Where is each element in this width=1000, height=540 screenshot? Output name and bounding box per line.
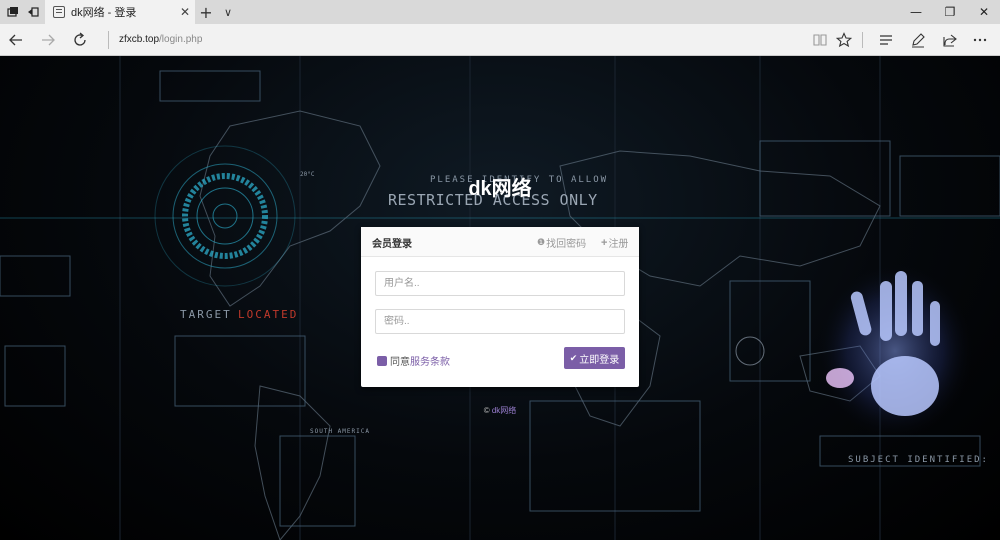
browser-toolbar: zfxcb.top/login.php — [0, 24, 1000, 56]
forgot-password-label: 找回密码 — [546, 239, 587, 250]
forgot-password-link[interactable]: ❶ 找回密码 — [537, 235, 586, 250]
check-icon: ✔ — [569, 352, 578, 363]
restore-button[interactable]: ❐ — [932, 0, 968, 24]
favorite-button[interactable] — [830, 24, 858, 56]
close-tab-icon[interactable]: ✕ — [175, 5, 195, 19]
browser-tab-active[interactable]: dk网络 - 登录 ✕ — [45, 0, 195, 24]
share-button[interactable] — [936, 24, 964, 56]
close-window-button[interactable]: ✕ — [966, 0, 1000, 24]
star-icon — [836, 32, 852, 48]
copyright-footer: © dk网络 — [0, 405, 1000, 416]
url-path: /login.php — [159, 34, 203, 45]
tab-list-chevron-icon[interactable]: ∨ — [220, 0, 236, 24]
tab-manager-icon[interactable] — [4, 0, 22, 24]
agree-terms-row: 同意 服务条款 — [377, 353, 450, 368]
browser-titlebar: dk网络 - 登录 ✕ + ∨ — ❐ ✕ — [0, 0, 1000, 24]
password-input[interactable] — [375, 309, 625, 334]
login-title: 会员登录 — [372, 239, 412, 250]
hub-lines-icon — [880, 35, 892, 45]
toolbar-divider — [862, 32, 863, 48]
login-submit-button[interactable]: ✔ 立即登录 — [564, 347, 625, 369]
located-label: LOCATED — [238, 308, 299, 321]
agree-label: 同意 — [390, 357, 410, 368]
info-circle-icon: ❶ — [537, 237, 546, 247]
arrow-left-icon — [9, 34, 22, 46]
refresh-button[interactable] — [64, 24, 96, 56]
hub-button[interactable] — [872, 24, 900, 56]
new-tab-button[interactable]: + — [198, 0, 214, 24]
login-page: PLEASE IDENTIFY TO ALLOW RESTRICTED ACCE… — [0, 56, 1000, 540]
tab-title: dk网络 - 登录 — [71, 7, 137, 19]
username-input[interactable] — [375, 271, 625, 296]
login-card-header: 会员登录 ❶ 找回密码 + 注册 — [361, 227, 639, 257]
refresh-icon — [74, 32, 86, 46]
south-america-label: SOUTH AMERICA — [310, 428, 370, 435]
terms-link[interactable]: 服务条款 — [410, 353, 450, 368]
plus-icon: + — [601, 236, 608, 249]
web-note-button[interactable] — [904, 24, 932, 56]
page-favicon-icon — [53, 6, 65, 18]
arrow-right-icon — [42, 34, 55, 46]
login-card: 会员登录 ❶找回密码 +注册 同意服务条款 ✔立即登录 — [361, 227, 639, 387]
ellipsis-icon — [973, 38, 987, 42]
url-host: zfxcb.top — [119, 34, 160, 45]
target-label: TARGET — [180, 308, 232, 321]
pen-icon — [912, 33, 925, 48]
agree-checkbox[interactable] — [377, 355, 387, 366]
subject-identified-label: SUBJECT IDENTIFIED: — [848, 455, 989, 465]
share-icon — [943, 34, 957, 47]
register-label: 注册 — [608, 239, 629, 250]
register-link[interactable]: + 注册 — [601, 235, 629, 251]
minimize-button[interactable]: — — [898, 0, 934, 24]
forward-button[interactable] — [32, 24, 64, 56]
book-icon — [813, 34, 827, 46]
copyright-symbol: © — [483, 406, 490, 415]
more-menu-button[interactable] — [966, 24, 994, 56]
back-button[interactable] — [0, 24, 32, 56]
set-aside-tabs-icon[interactable] — [24, 0, 42, 24]
copyright-brand: dk网络 — [491, 406, 517, 415]
login-submit-label: 立即登录 — [579, 354, 620, 366]
address-bar[interactable]: zfxcb.top/login.php — [108, 31, 202, 49]
site-title: dk网络 — [468, 178, 532, 200]
